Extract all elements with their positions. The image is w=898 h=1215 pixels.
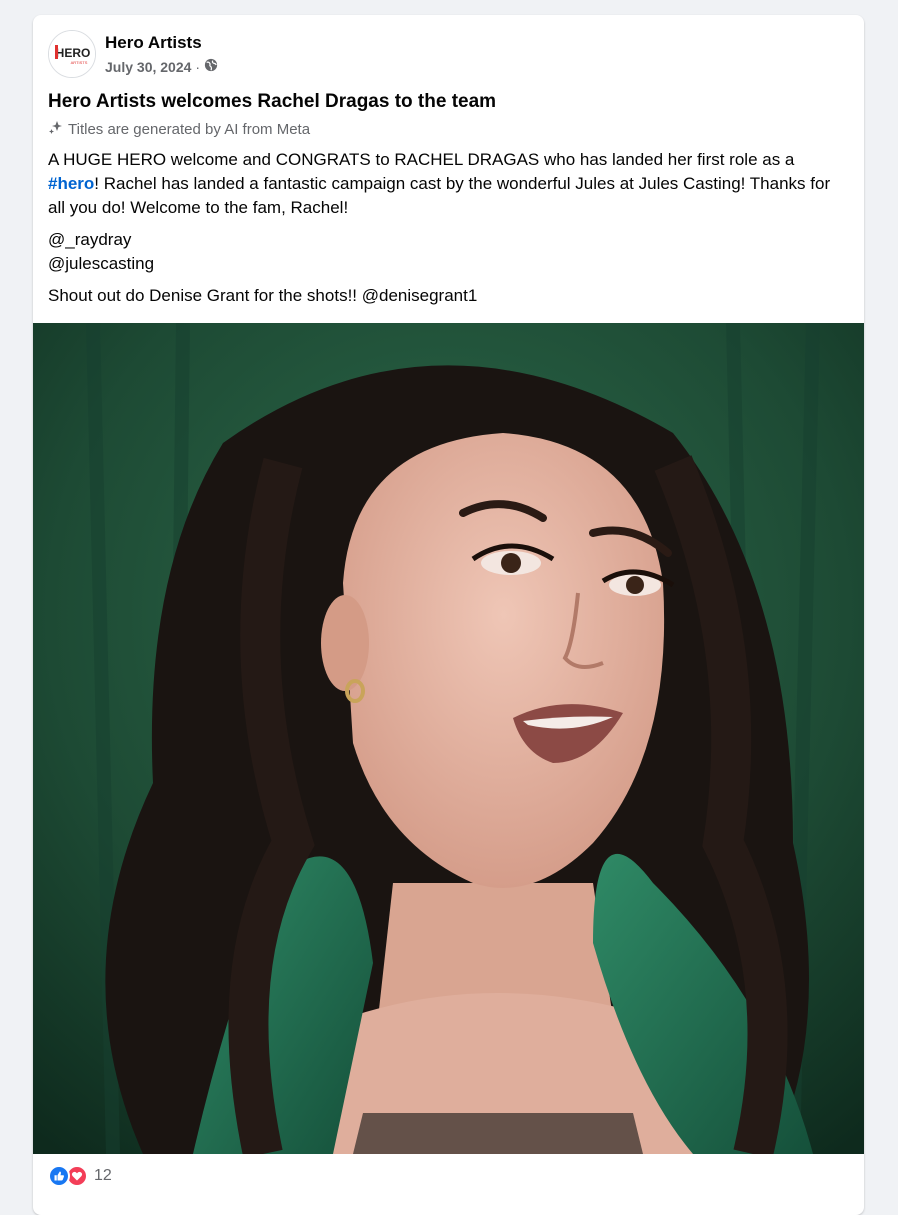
- post-paragraph-2: @_raydray @julescasting: [48, 228, 848, 276]
- reactions-summary[interactable]: 12: [48, 1164, 112, 1188]
- meta-separator: ·: [195, 58, 201, 75]
- body-text-continued: ! Rachel has landed a fantastic campaign…: [48, 174, 831, 217]
- ai-title-note: Titles are generated by AI from Meta: [48, 119, 310, 139]
- post-date[interactable]: July 30, 2024: [105, 59, 191, 75]
- like-reaction-icon: [48, 1165, 70, 1187]
- svg-text:HERO: HERO: [56, 46, 91, 60]
- post-paragraph-1: A HUGE HERO welcome and CONGRATS to RACH…: [48, 148, 848, 220]
- post-body: A HUGE HERO welcome and CONGRATS to RACH…: [48, 148, 848, 316]
- post-header: HERO ARTISTS Hero Artists July 30, 2024 …: [48, 30, 838, 80]
- reaction-count[interactable]: 12: [94, 1167, 112, 1185]
- body-text: A HUGE HERO welcome and CONGRATS to RACH…: [48, 150, 795, 169]
- portrait-image: [33, 323, 864, 1154]
- page-avatar[interactable]: HERO ARTISTS: [48, 30, 96, 78]
- hashtag-link[interactable]: #hero: [48, 174, 94, 193]
- post-photo[interactable]: [33, 323, 864, 1154]
- sparkle-icon: [48, 119, 64, 139]
- mention-raydray[interactable]: @_raydray: [48, 230, 131, 249]
- mention-julescasting[interactable]: @julescasting: [48, 254, 154, 273]
- post-card: HERO ARTISTS Hero Artists July 30, 2024 …: [33, 15, 864, 1215]
- ai-note-text: Titles are generated by AI from Meta: [68, 120, 311, 138]
- post-title: Hero Artists welcomes Rachel Dragas to t…: [48, 91, 497, 112]
- globe-icon: [204, 58, 218, 75]
- hero-artists-logo: HERO ARTISTS: [49, 31, 95, 77]
- svg-text:ARTISTS: ARTISTS: [71, 60, 88, 65]
- page-name-link[interactable]: Hero Artists: [105, 33, 202, 53]
- post-meta: July 30, 2024 ·: [105, 58, 218, 75]
- post-paragraph-3: Shout out do Denise Grant for the shots!…: [48, 286, 478, 305]
